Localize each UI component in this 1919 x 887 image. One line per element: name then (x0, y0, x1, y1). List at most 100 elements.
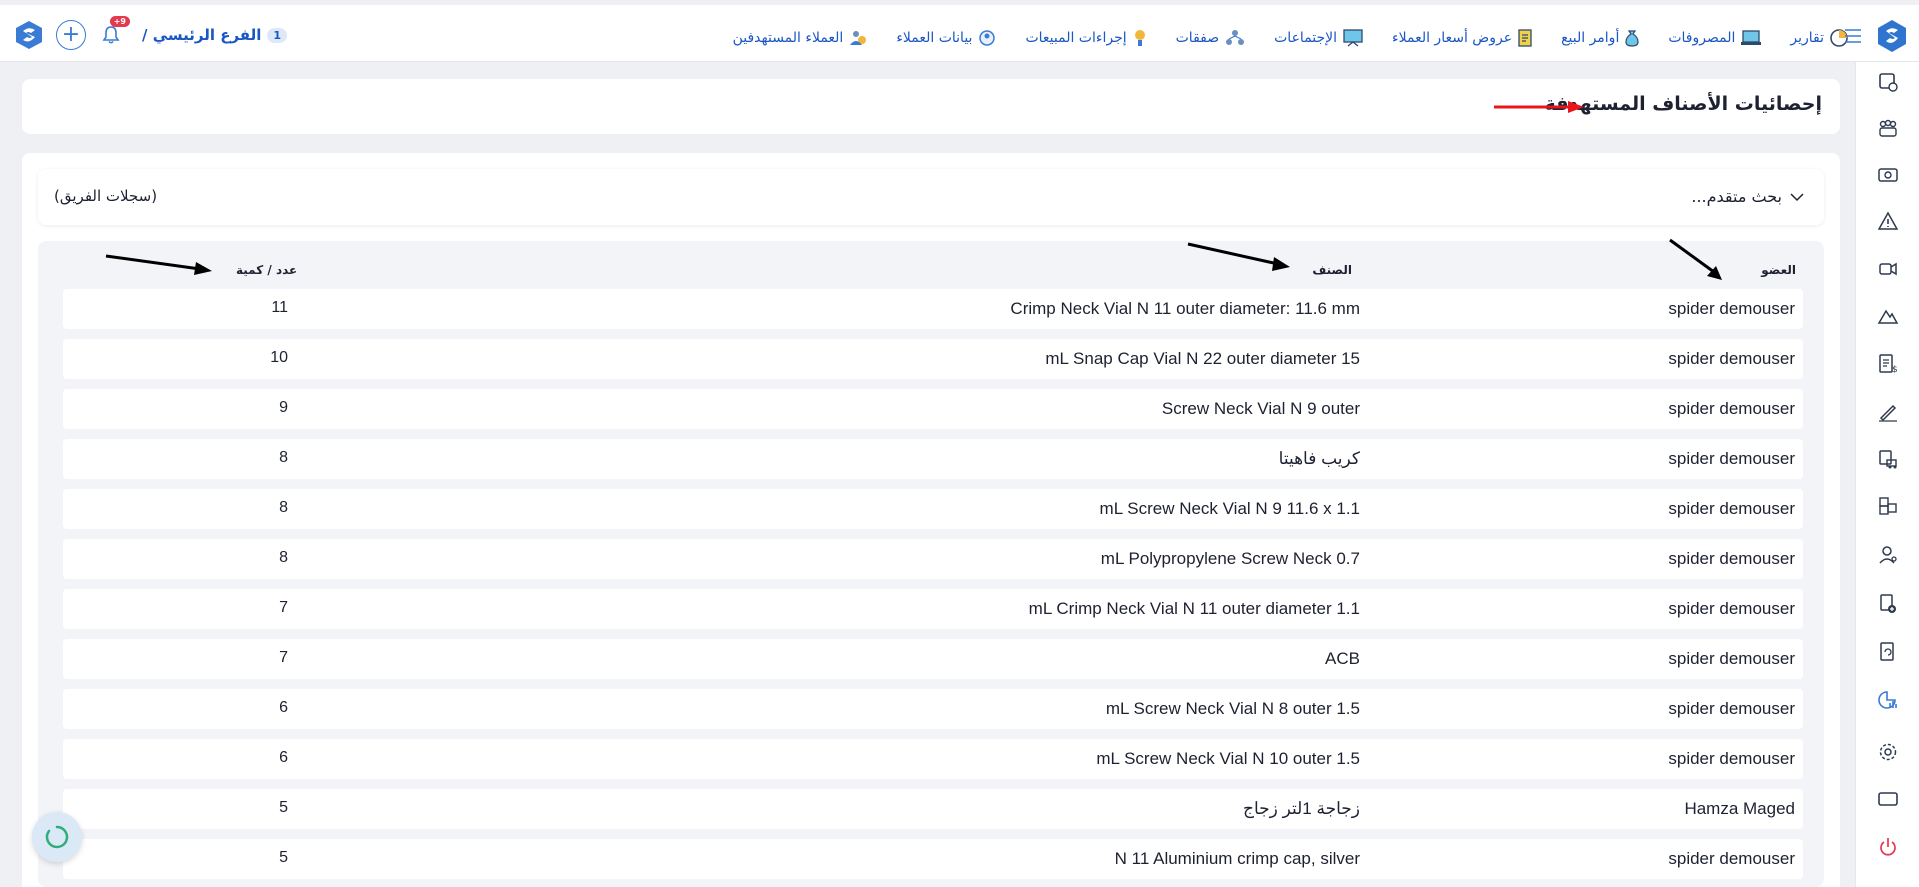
app-logo-icon[interactable] (14, 20, 44, 50)
item-cell: Crimp Neck Vial N 11 outer diameter: 11.… (1010, 299, 1360, 318)
nav-deals[interactable]: صفقات (1176, 28, 1247, 48)
member-cell: spider demouser (1668, 349, 1795, 368)
team-icon[interactable] (1876, 116, 1900, 140)
table-row[interactable]: spider demouser ACB 7 (63, 639, 1803, 679)
window-icon[interactable] (1876, 787, 1900, 811)
member-cell: spider demouser (1668, 499, 1795, 518)
table-row[interactable]: spider demouser mL Snap Cap Vial N 22 ou… (63, 339, 1803, 379)
table-row[interactable]: spider demouser mL Screw Neck Vial N 10 … (63, 739, 1803, 779)
main-nav: العملاء المستهدفين بيانات العملاء إجراءا… (733, 25, 1849, 51)
meetings-icon (1343, 29, 1363, 47)
signature-icon[interactable] (1876, 400, 1900, 424)
page-title: إحصائيات الأصناف المستهدفة (1544, 93, 1822, 115)
item-cell: Screw Neck Vial N 9 outer (1161, 399, 1360, 418)
quantity-cell: 6 (279, 699, 288, 716)
spinner-icon (45, 825, 69, 849)
quantity-cell: 7 (279, 649, 288, 666)
item-cell: mL Screw Neck Vial N 8 outer 1.5 (1105, 699, 1360, 718)
chevron-down-icon (1790, 192, 1804, 201)
item-cell: زجاجة 1لتر زجاج (1242, 799, 1360, 818)
black-arrow-annotation (1187, 242, 1290, 271)
black-arrow-annotation (105, 254, 212, 275)
branch-selector[interactable]: 1 الفرع الرئيسي / (142, 26, 288, 44)
member-cell: spider demouser (1668, 449, 1795, 468)
video-call-icon[interactable] (1876, 257, 1900, 281)
table-row[interactable]: spider demouser Crimp Neck Vial N 11 out… (63, 289, 1803, 329)
quantity-cell: 10 (270, 349, 288, 366)
user-icon[interactable] (1876, 543, 1900, 567)
member-cell: spider demouser (1668, 699, 1795, 718)
branch-name: الفرع الرئيسي / (142, 26, 262, 44)
quantity-cell: 5 (279, 799, 288, 816)
notification-badge: +9 (109, 16, 130, 27)
right-sidebar: $ (1855, 62, 1919, 887)
quantity-cell: 6 (279, 749, 288, 766)
item-cell: mL Screw Neck Vial N 9 11.6 x 1.1 (1099, 499, 1360, 518)
refresh-document-icon[interactable] (1876, 640, 1900, 664)
nav-sales-actions[interactable]: إجراءات المبيعات (1025, 28, 1147, 48)
boxes-icon[interactable] (1876, 494, 1900, 518)
advanced-search-label: بحث متقدم... (1691, 187, 1782, 206)
money-icon[interactable] (1876, 163, 1900, 187)
item-cell: mL Screw Neck Vial N 10 outer 1.5 (1096, 749, 1360, 768)
nav-customer-quotes[interactable]: عروض أسعار العملاء (1392, 28, 1533, 48)
red-arrow-annotation (1494, 101, 1584, 113)
item-cell: mL Crimp Neck Vial N 11 outer diameter 1… (1028, 599, 1360, 618)
nav-expenses[interactable]: المصروفات (1668, 28, 1762, 48)
sales-orders-icon (1625, 30, 1639, 47)
member-cell: Hamza Maged (1684, 799, 1795, 818)
column-header-item[interactable]: الصنف (1312, 263, 1352, 277)
power-icon[interactable] (1876, 835, 1900, 859)
warning-icon[interactable] (1876, 209, 1900, 233)
item-cell: كريب فاهيتا (1278, 449, 1360, 468)
member-cell: spider demouser (1668, 399, 1795, 418)
new-record-icon[interactable] (1876, 70, 1900, 94)
page-title-card: إحصائيات الأصناف المستهدفة (22, 79, 1840, 134)
member-cell: spider demouser (1668, 849, 1795, 868)
table-row[interactable]: spider demouser mL Polypropylene Screw N… (63, 539, 1803, 579)
advanced-search-bar: بحث متقدم... (سجلات الفريق) (38, 169, 1824, 225)
member-cell: spider demouser (1668, 749, 1795, 768)
quantity-cell: 8 (279, 499, 288, 516)
column-header-member[interactable]: العضو (1761, 263, 1796, 277)
deals-icon (1226, 30, 1245, 45)
add-document-icon[interactable] (1876, 592, 1900, 616)
nav-sales-orders[interactable]: أوامر البيع (1561, 28, 1640, 48)
table-row[interactable]: spider demouser N 11 Aluminium crimp cap… (63, 839, 1803, 879)
nav-target-customers[interactable]: العملاء المستهدفين (733, 28, 869, 48)
column-header-quantity[interactable]: عدد / كمية (236, 263, 297, 277)
table-row[interactable]: spider demouser mL Screw Neck Vial N 9 1… (63, 489, 1803, 529)
item-cell: N 11 Aluminium crimp cap, silver (1114, 849, 1360, 868)
quantity-cell: 8 (279, 549, 288, 566)
item-cell: mL Snap Cap Vial N 22 outer diameter 15 (1045, 349, 1360, 368)
analytics-icon[interactable] (1876, 688, 1900, 712)
brand-logo-icon[interactable] (1876, 19, 1908, 53)
settings-icon[interactable] (1876, 740, 1900, 764)
delivery-icon[interactable] (1876, 447, 1900, 471)
quotes-icon (1518, 29, 1532, 47)
header-left-group: + +9 1 الفرع الرئيسي / (14, 16, 288, 50)
advanced-search-toggle[interactable]: بحث متقدم... (1691, 187, 1804, 206)
menu-icon[interactable] (1845, 29, 1861, 43)
top-bar: + +9 1 الفرع الرئيسي / العملاء المستهدفي… (0, 5, 1919, 62)
table-row[interactable]: spider demouser كريب فاهيتا 8 (63, 439, 1803, 479)
table-row[interactable]: Hamza Maged زجاجة 1لتر زجاج 5 (63, 789, 1803, 829)
nav-customer-data[interactable]: بيانات العملاء (896, 28, 997, 48)
nav-reports[interactable]: تقارير (1790, 28, 1849, 48)
table-row[interactable]: spider demouser mL Crimp Neck Vial N 11 … (63, 589, 1803, 629)
invoice-icon[interactable]: $ (1876, 352, 1900, 376)
member-cell: spider demouser (1668, 599, 1795, 618)
quantity-cell: 11 (271, 299, 288, 316)
branch-number: 1 (267, 27, 288, 43)
table-row[interactable]: spider demouser mL Screw Neck Vial N 8 o… (63, 689, 1803, 729)
member-cell: spider demouser (1668, 549, 1795, 568)
main-content-card: بحث متقدم... (سجلات الفريق) العضو الصنف … (22, 153, 1840, 887)
expenses-icon (1741, 30, 1762, 45)
add-button[interactable]: + (56, 20, 86, 50)
table-row[interactable]: spider demouser Screw Neck Vial N 9 oute… (63, 389, 1803, 429)
svg-text:$: $ (1892, 365, 1898, 375)
mountain-icon[interactable] (1876, 304, 1900, 328)
nav-meetings[interactable]: الإجتماعات (1274, 28, 1364, 48)
stats-table: العضو الصنف عدد / كمية spider demouser C… (38, 238, 1824, 887)
notifications-button[interactable]: +9 (98, 16, 130, 48)
